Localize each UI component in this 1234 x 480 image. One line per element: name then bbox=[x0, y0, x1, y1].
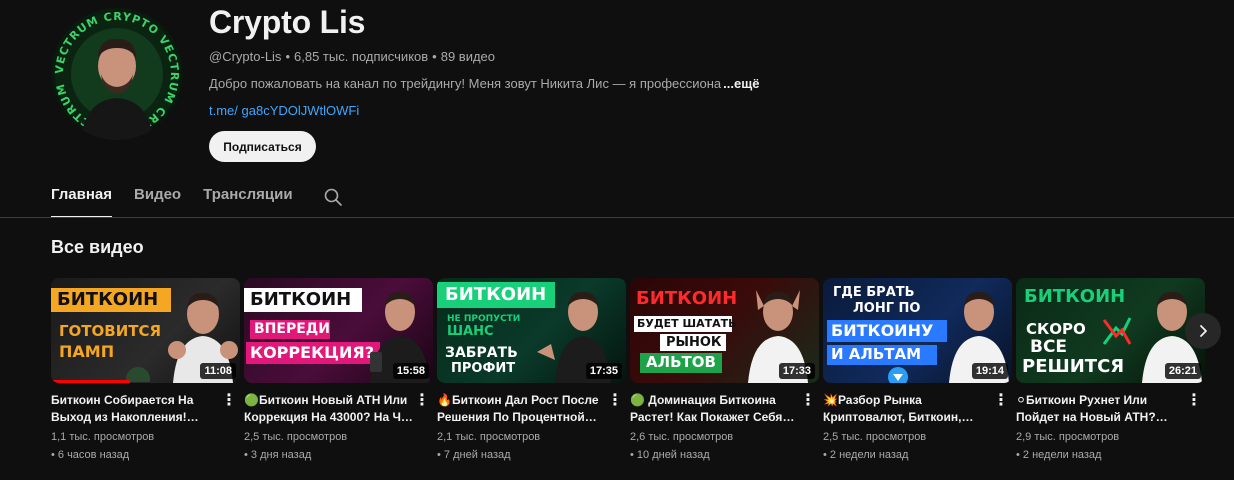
video-card[interactable]: БИТКОИН ВПЕРЕДИ КОРРЕКЦИЯ? 15:58 🟢Биткои… bbox=[244, 278, 433, 461]
tab-streams[interactable]: Трансляции bbox=[203, 186, 292, 217]
more-link[interactable]: ...ещё bbox=[723, 76, 759, 91]
video-card[interactable]: БИТКОИН БУДЕТ ШАТАТЬ РЫНОК АЛЬТОВ 17:33 … bbox=[630, 278, 819, 461]
chevron-right-icon bbox=[1200, 325, 1207, 337]
thumb-text: ЗАБРАТЬ bbox=[445, 345, 518, 361]
more-actions-icon[interactable]: ⋮ bbox=[414, 392, 430, 461]
thumb-text: РЕШИТСЯ bbox=[1022, 356, 1125, 377]
video-duration: 19:14 bbox=[971, 363, 1008, 379]
channel-meta: @Crypto-Lis • 6,85 тыс. подписчиков • 89 вид… bbox=[209, 49, 496, 64]
view-count: 2,9 тыс. просмотров bbox=[1016, 431, 1120, 443]
thumb-text: АЛЬТОВ bbox=[646, 353, 716, 371]
video-card[interactable]: БИТКОИН ГОТОВИТСЯ ПАМП 11:08 Биткоин Соб… bbox=[51, 278, 240, 461]
channel-description[interactable]: Добро пожаловать на канал по трейдингу! … bbox=[209, 76, 759, 91]
video-title[interactable]: 🟢Биткоин Новый АТН Или Коррекция На 4300… bbox=[244, 392, 414, 426]
thumb-text: ШАНС bbox=[447, 324, 494, 339]
thumb-text: НЕ ПРОПУСТИ bbox=[447, 314, 521, 324]
video-thumbnail[interactable]: БИТКОИН ВПЕРЕДИ КОРРЕКЦИЯ? 15:58 bbox=[244, 278, 433, 383]
upload-age: • 2 недели назад bbox=[823, 449, 909, 461]
channel-avatar: VECTRUM CRYPTO VECTRUM CRYPTO VECTRUM CR… bbox=[51, 8, 183, 140]
thumb-text: ГДЕ БРАТЬ bbox=[833, 285, 915, 300]
video-shelf: БИТКОИН ГОТОВИТСЯ ПАМП 11:08 Биткоин Соб… bbox=[51, 278, 1209, 461]
thumb-text: ВСЕ bbox=[1030, 337, 1068, 357]
video-duration: 17:33 bbox=[778, 363, 815, 379]
view-count: 2,5 тыс. просмотров bbox=[244, 431, 348, 443]
video-count: 89 видео bbox=[440, 49, 496, 64]
thumb-text: ПАМП bbox=[59, 342, 115, 361]
video-card[interactable]: БИТКОИН НЕ ПРОПУСТИ ШАНС ЗАБРАТЬ ПРОФИТ … bbox=[437, 278, 626, 461]
thumb-text: ГОТОВИТСЯ bbox=[59, 322, 162, 340]
more-actions-icon[interactable]: ⋮ bbox=[1186, 392, 1202, 461]
view-count: 2,6 тыс. просмотров bbox=[630, 431, 734, 443]
more-actions-icon[interactable]: ⋮ bbox=[993, 392, 1009, 461]
section-title[interactable]: Все видео bbox=[51, 237, 144, 258]
thumb-text: ЛОНГ ПО bbox=[853, 301, 921, 316]
subscriber-count: 6,85 тыс. подписчиков bbox=[294, 49, 429, 64]
thumb-text: ВПЕРЕДИ bbox=[254, 321, 330, 337]
tabs-divider bbox=[0, 217, 1234, 218]
video-thumbnail[interactable]: БИТКОИН НЕ ПРОПУСТИ ШАНС ЗАБРАТЬ ПРОФИТ … bbox=[437, 278, 626, 383]
video-duration: 26:21 bbox=[1164, 363, 1201, 379]
upload-age: • 6 часов назад bbox=[51, 449, 130, 461]
thumb-text: БИТКОИН bbox=[636, 288, 738, 309]
more-actions-icon[interactable]: ⋮ bbox=[607, 392, 623, 461]
thumb-text: БИТКОИН bbox=[445, 284, 547, 305]
thumb-text: БИТКОИН bbox=[250, 289, 352, 310]
ton-coin-icon bbox=[888, 367, 908, 383]
chart-arrows-icon bbox=[1102, 317, 1132, 345]
video-title[interactable]: 🟢 Доминация Биткоина Растет! Как Покажет… bbox=[630, 392, 800, 426]
video-duration: 11:08 bbox=[200, 363, 236, 379]
description-text: Добро пожаловать на канал по трейдингу! … bbox=[209, 76, 722, 91]
watch-progress-bar bbox=[51, 380, 131, 383]
video-thumbnail[interactable]: БИТКОИН БУДЕТ ШАТАТЬ РЫНОК АЛЬТОВ 17:33 bbox=[630, 278, 819, 383]
tab-videos[interactable]: Видео bbox=[134, 186, 181, 217]
more-actions-icon[interactable]: ⋮ bbox=[221, 392, 237, 461]
video-thumbnail[interactable]: БИТКОИН ГОТОВИТСЯ ПАМП 11:08 bbox=[51, 278, 240, 383]
thumb-text: РЫНОК bbox=[666, 335, 722, 350]
video-title[interactable]: 🔥Биткоин Дал Рост После Решения По Проце… bbox=[437, 392, 607, 426]
video-card[interactable]: БИТКОИН СКОРО ВСЕ РЕШИТСЯ 26:21 ⚪Биткоин… bbox=[1016, 278, 1205, 461]
subscribe-button[interactable]: Подписаться bbox=[209, 131, 316, 162]
video-thumbnail[interactable]: БИТКОИН СКОРО ВСЕ РЕШИТСЯ 26:21 bbox=[1016, 278, 1205, 383]
video-duration: 17:35 bbox=[585, 363, 622, 379]
view-count: 1,1 тыс. просмотров bbox=[51, 431, 155, 443]
channel-link[interactable]: t.me/ ga8cYDOlJWtlOWFi bbox=[209, 103, 359, 118]
thumb-text: БИТКОИНУ bbox=[831, 321, 934, 340]
video-card[interactable]: ГДЕ БРАТЬ ЛОНГ ПО БИТКОИНУ И АЛЬТАМ 19:1… bbox=[823, 278, 1012, 461]
thumb-text: ПРОФИТ bbox=[451, 361, 516, 376]
view-count: 2,1 тыс. просмотров bbox=[437, 431, 541, 443]
avatar-image: VECTRUM CRYPTO VECTRUM CRYPTO VECTRUM CR… bbox=[51, 8, 180, 140]
channel-tabs: Главная Видео Трансляции bbox=[51, 186, 343, 218]
thumb-text: И АЛЬТАМ bbox=[831, 345, 922, 363]
thumb-text: БИТКОИН bbox=[57, 289, 159, 310]
shelf-next-button[interactable] bbox=[1185, 313, 1221, 349]
video-title[interactable]: ⚪Биткоин Рухнет Или Пойдет на Новый АТН?… bbox=[1016, 392, 1186, 426]
video-duration: 15:58 bbox=[392, 363, 429, 379]
search-icon[interactable] bbox=[323, 187, 343, 207]
channel-handle: @Crypto-Lis bbox=[209, 49, 282, 64]
thumb-text: КОРРЕКЦИЯ? bbox=[250, 343, 374, 362]
upload-age: • 10 дней назад bbox=[630, 449, 710, 461]
tab-home[interactable]: Главная bbox=[51, 186, 113, 218]
view-count: 2,5 тыс. просмотров bbox=[823, 431, 927, 443]
thumb-text: БУДЕТ ШАТАТЬ bbox=[637, 317, 737, 330]
upload-age: • 7 дней назад bbox=[437, 449, 511, 461]
more-actions-icon[interactable]: ⋮ bbox=[800, 392, 816, 461]
thumb-text: СКОРО bbox=[1026, 320, 1086, 338]
thumb-text: БИТКОИН bbox=[1024, 286, 1126, 307]
upload-age: • 2 недели назад bbox=[1016, 449, 1102, 461]
video-title[interactable]: 💥Разбор Рынка Криптовалют, Биткоин, Альт… bbox=[823, 392, 993, 426]
upload-age: • 3 дня назад bbox=[244, 449, 312, 461]
channel-name: Crypto Lis bbox=[209, 4, 366, 40]
video-thumbnail[interactable]: ГДЕ БРАТЬ ЛОНГ ПО БИТКОИНУ И АЛЬТАМ 19:1… bbox=[823, 278, 1012, 383]
video-title[interactable]: Биткоин Собирается На Выход из Накоплени… bbox=[51, 392, 221, 426]
